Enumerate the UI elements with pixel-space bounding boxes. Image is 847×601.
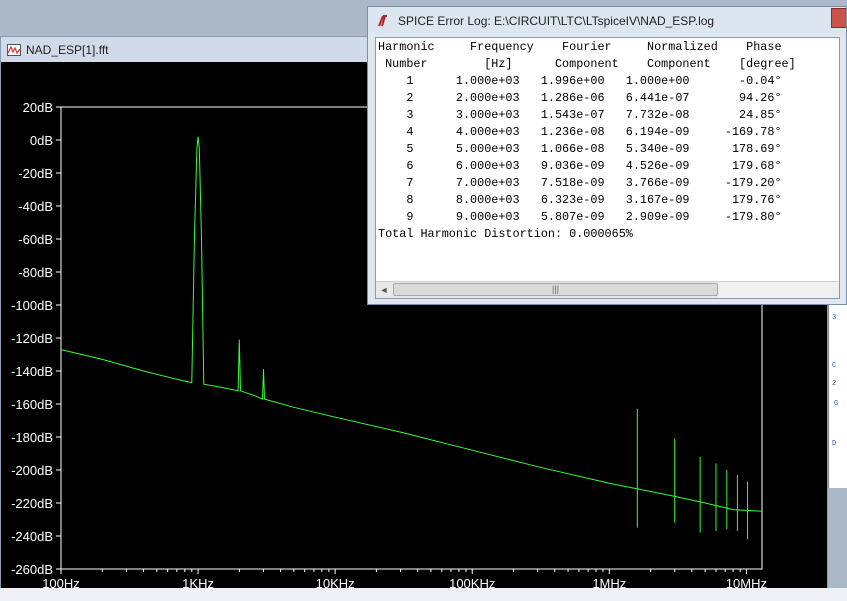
- log-text-area[interactable]: Harmonic Frequency Fourier Normalized Ph…: [375, 37, 840, 299]
- log-line: 6 6.000e+03 9.036e-09 4.526e-09 179.68°: [378, 159, 782, 173]
- log-line: 4 4.000e+03 1.236e-08 6.194e-09 -169.78°: [378, 125, 782, 139]
- log-text: Harmonic Frequency Fourier Normalized Ph…: [378, 39, 796, 243]
- thumb-grip-icon: |||: [551, 284, 559, 294]
- spice-error-log-window[interactable]: SPICE Error Log: E:\CIRCUIT\LTC\LTspiceI…: [367, 6, 847, 305]
- log-line: Harmonic Frequency Fourier Normalized Ph…: [378, 40, 782, 54]
- y-tick-label: -200dB: [11, 463, 53, 478]
- log-line: 9 9.000e+03 5.807e-09 2.909e-09 -179.80°: [378, 210, 782, 224]
- log-line: Total Harmonic Distortion: 0.000065%: [378, 227, 633, 241]
- y-tick-label: -80dB: [18, 265, 53, 280]
- y-tick-label: -260dB: [11, 562, 53, 577]
- y-tick-label: 20dB: [23, 100, 53, 115]
- y-tick-label: -100dB: [11, 298, 53, 313]
- y-tick-label: -40dB: [18, 199, 53, 214]
- scrollbar-track-end: [719, 282, 839, 298]
- status-bar: [0, 588, 847, 601]
- plot-window-titlebar[interactable]: NAD_ESP[1].fft: [7, 40, 108, 60]
- log-line: 3 3.000e+03 1.543e-07 7.732e-08 24.85°: [378, 108, 782, 122]
- log-line: 1 1.000e+03 1.996e+00 1.000e+00 -0.04°: [378, 74, 782, 88]
- log-line: 7 7.000e+03 7.518e-09 3.766e-09 -179.20°: [378, 176, 782, 190]
- y-tick-label: -180dB: [11, 430, 53, 445]
- plot-window-title: NAD_ESP[1].fft: [26, 43, 109, 57]
- y-tick-label: -120dB: [11, 331, 53, 346]
- y-tick-label: -160dB: [11, 397, 53, 412]
- ltspice-logo-icon: [378, 15, 387, 27]
- log-line: Number [Hz] Component Component [degree]: [378, 57, 796, 71]
- schematic-window-edge: 3 C 2 G D: [828, 300, 847, 488]
- y-tick-label: 0dB: [30, 133, 53, 148]
- y-tick-label: -60dB: [18, 232, 53, 247]
- log-line: 8 8.000e+03 6.323e-09 3.167e-09 179.76°: [378, 193, 782, 207]
- log-line: 2 2.000e+03 1.286e-06 6.441e-07 94.26°: [378, 91, 782, 105]
- fft-waveform-icon: [7, 44, 21, 56]
- y-tick-label: -140dB: [11, 364, 53, 379]
- horizontal-scrollbar[interactable]: ◄ |||: [376, 281, 839, 298]
- y-tick-label: -240dB: [11, 529, 53, 544]
- log-window-title: SPICE Error Log: E:\CIRCUIT\LTC\LTspiceI…: [398, 14, 715, 28]
- scroll-left-arrow-icon[interactable]: ◄: [376, 282, 392, 298]
- y-tick-label: -220dB: [11, 496, 53, 511]
- close-button[interactable]: [831, 8, 846, 28]
- log-window-titlebar[interactable]: SPICE Error Log: E:\CIRCUIT\LTC\LTspiceI…: [368, 7, 846, 35]
- scrollbar-thumb[interactable]: |||: [393, 283, 718, 296]
- y-tick-label: -20dB: [18, 166, 53, 181]
- log-line: 5 5.000e+03 1.066e-08 5.340e-09 178.69°: [378, 142, 782, 156]
